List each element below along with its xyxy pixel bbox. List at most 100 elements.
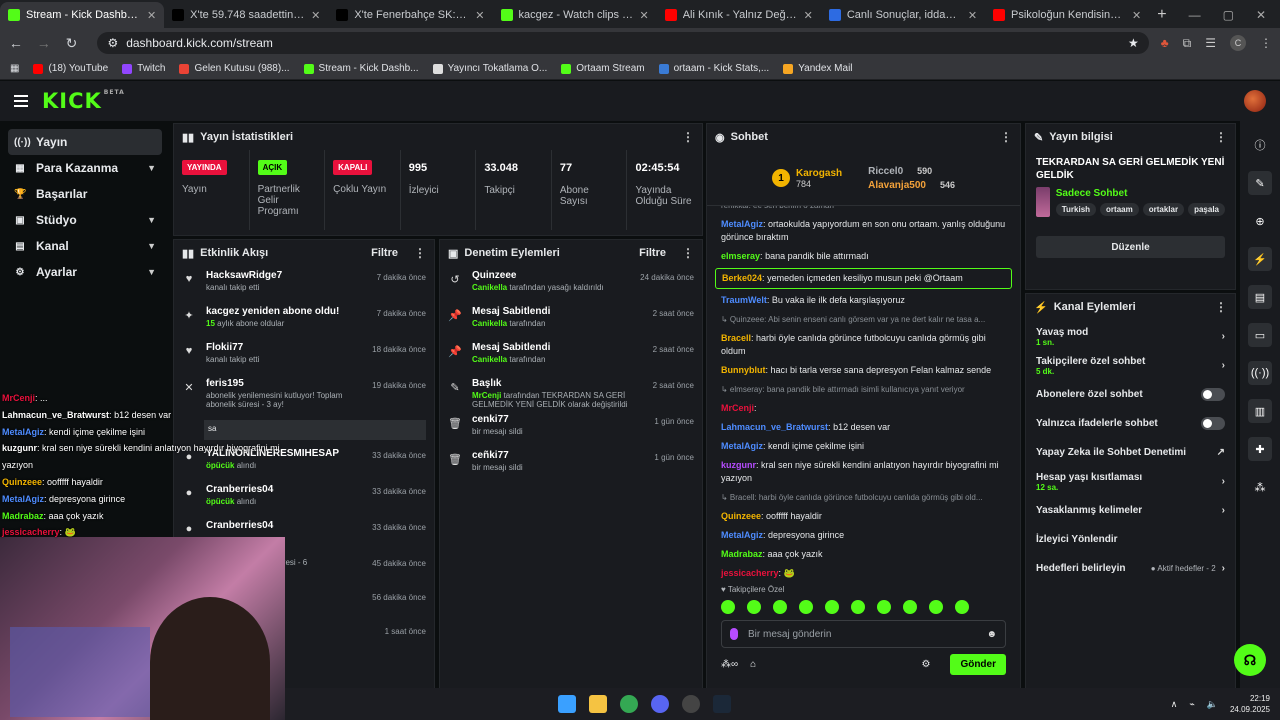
sidebar-item[interactable]: ▣ Stüdyo ▼ (8, 207, 162, 233)
emote-icon[interactable] (773, 600, 787, 614)
extensions-puzzle-icon[interactable]: ⧉ (1183, 36, 1192, 51)
site-info-icon[interactable]: ⚙ (107, 36, 118, 50)
chat-username[interactable]: MrCenji (721, 403, 754, 413)
points-icon[interactable]: ⁂ (1248, 475, 1272, 499)
emote-icon[interactable] (929, 600, 943, 614)
clipboard-icon[interactable]: ▤ (1248, 285, 1272, 309)
browser-tab[interactable]: X'te 59.748 saadettin saran anası ✕ (164, 2, 328, 28)
speaker-icon[interactable]: 🔈 (1207, 699, 1218, 710)
emoji-icon[interactable]: ☻ (986, 629, 997, 640)
obs-icon[interactable] (682, 695, 700, 713)
chevron-right-icon[interactable]: › (1222, 563, 1225, 574)
channel-action[interactable]: Hesap yaşı kısıtlaması 12 sa. › (1026, 467, 1235, 496)
browser-tab[interactable]: Psikoloğun Kendisine 'İncinmiş ✕ (985, 2, 1149, 28)
chevron-right-icon[interactable]: › (1222, 360, 1225, 371)
maximize-icon[interactable]: ▢ (1223, 8, 1234, 22)
browser-tab[interactable]: Canlı Sonuçlar, iddaa sonuçları ✕ (821, 2, 985, 28)
emote-icon[interactable] (825, 600, 839, 614)
channel-action[interactable]: İzleyici Yönlendir (1026, 525, 1235, 554)
crosshair-icon[interactable]: ⊕ (1248, 209, 1272, 233)
channel-action[interactable]: Hedefleri belirleyin ● Aktif hedefler - 2… (1026, 554, 1235, 583)
actions-more-icon[interactable]: ⋮ (1215, 300, 1227, 314)
browser-tab[interactable]: kacgez - Watch clips on Kick ✕ (493, 2, 657, 28)
channel-action[interactable]: Yapay Zeka ile Sohbet Denetimi ↗ (1026, 438, 1235, 467)
window-close-icon[interactable]: ✕ (1256, 8, 1266, 22)
tab-close-icon[interactable]: ✕ (147, 9, 156, 22)
channel-action[interactable]: Abonelere özel sohbet (1026, 380, 1235, 409)
emote-icon[interactable] (955, 600, 969, 614)
chat-username[interactable]: elmseray (721, 251, 760, 261)
bookmark-star-icon[interactable]: ★ (1128, 36, 1139, 50)
new-tab-icon[interactable]: + (1149, 2, 1174, 28)
shop-icon[interactable]: ⌂ (750, 659, 756, 670)
toggle-switch[interactable] (1201, 417, 1225, 430)
sidebar-item[interactable]: ▦ Para Kazanma ▼ (8, 155, 162, 181)
channel-action[interactable]: Yavaş mod 1 sn. › (1026, 322, 1235, 351)
back-icon[interactable]: ← (8, 35, 24, 51)
browser-menu-icon[interactable]: ⋮ (1260, 36, 1272, 50)
activity-filter-button[interactable]: Filtre (371, 247, 398, 259)
chat-username[interactable]: Quinzeee (721, 511, 761, 521)
moderation-filter-button[interactable]: Filtre (639, 247, 666, 259)
file-explorer-icon[interactable] (589, 695, 607, 713)
reload-icon[interactable]: ↻ (64, 35, 80, 52)
bolt-icon[interactable]: ⚡ (1248, 247, 1272, 271)
bookmark-item[interactable]: Stream - Kick Dashb... (303, 63, 419, 74)
sidebar-item[interactable]: 🏆 Başarılar (8, 181, 162, 207)
chevron-right-icon[interactable]: › (1222, 505, 1225, 516)
chevron-down-icon[interactable]: ▼ (147, 163, 156, 173)
chat-username[interactable]: jessicacherry (721, 568, 779, 578)
chat-username[interactable]: Bunnyblut (721, 365, 766, 375)
bookmark-item[interactable]: Gelen Kutusu (988)... (179, 63, 290, 74)
info-more-icon[interactable]: ⋮ (1215, 130, 1227, 144)
chat-username[interactable]: MetalAgiz (721, 219, 763, 229)
emote-icon[interactable] (903, 600, 917, 614)
tray-chevron-icon[interactable]: ∧ (1171, 699, 1178, 710)
profile-avatar[interactable]: C (1230, 35, 1247, 51)
tag-pill[interactable]: paşala (1188, 203, 1225, 216)
wrench-icon[interactable]: ✚ (1248, 437, 1272, 461)
chat-username[interactable]: MetalAgiz (721, 441, 763, 451)
stats-more-icon[interactable]: ⋮ (682, 130, 694, 144)
channel-action[interactable]: Yalnızca ifadelerle sohbet (1026, 409, 1235, 438)
help-headset-icon[interactable]: ☊ (1234, 644, 1266, 676)
toggle-switch[interactable] (1201, 388, 1225, 401)
emote-icon[interactable] (721, 600, 735, 614)
pencil-icon[interactable]: ✎ (1248, 171, 1272, 195)
chat-settings-icon[interactable]: ⚙ (921, 659, 930, 670)
forward-icon[interactable]: → (36, 35, 52, 51)
steam-icon[interactable] (713, 695, 731, 713)
start-icon[interactable] (558, 695, 576, 713)
chat-username[interactable]: kuzgunr (721, 460, 756, 470)
chevron-down-icon[interactable]: ▼ (147, 215, 156, 225)
reading-list-icon[interactable]: ☰ (1205, 36, 1216, 50)
send-button[interactable]: Gönder (950, 654, 1006, 675)
chevron-down-icon[interactable]: ▼ (147, 267, 156, 277)
minimize-icon[interactable]: — (1189, 8, 1201, 22)
chat-username[interactable]: Berke024 (722, 273, 762, 283)
chat-more-icon[interactable]: ⋮ (1000, 130, 1012, 144)
url-input[interactable]: ⚙ dashboard.kick.com/stream ★ (97, 32, 1149, 54)
chat-username[interactable]: Madrabaz (721, 549, 763, 559)
tag-pill[interactable]: ortaklar (1142, 203, 1185, 216)
tag-pill[interactable]: ortaam (1100, 203, 1139, 216)
tab-close-icon[interactable]: ✕ (804, 9, 813, 22)
bookmark-item[interactable]: Ortaam Stream (561, 63, 645, 74)
emote-icon[interactable] (851, 600, 865, 614)
chevron-right-icon[interactable]: › (1222, 476, 1225, 487)
chrome-icon[interactable] (620, 695, 638, 713)
tab-close-icon[interactable]: ✕ (1132, 9, 1141, 22)
menu-burger-icon[interactable] (14, 95, 28, 107)
user-avatar[interactable] (1244, 90, 1266, 112)
bookmark-item[interactable]: (18) YouTube (33, 63, 108, 74)
channel-action[interactable]: Yasaklanmış kelimeler › (1026, 496, 1235, 525)
edit-button[interactable]: Düzenle (1036, 236, 1225, 258)
tab-close-icon[interactable]: ✕ (968, 9, 977, 22)
printer-icon[interactable]: ▥ (1248, 399, 1272, 423)
browser-tab[interactable]: Stream - Kick Dashboard ✕ (0, 2, 165, 28)
channel-action[interactable]: Takipçilere özel sohbet 5 dk. › (1026, 351, 1235, 380)
browser-tab[interactable]: X'te Fenerbahçe SK: " Dinamo ✕ (328, 2, 492, 28)
chat-username[interactable]: Bracell (721, 333, 751, 343)
chat-username[interactable]: MetalAgiz (721, 530, 763, 540)
external-link-icon[interactable]: ↗ (1217, 447, 1225, 458)
